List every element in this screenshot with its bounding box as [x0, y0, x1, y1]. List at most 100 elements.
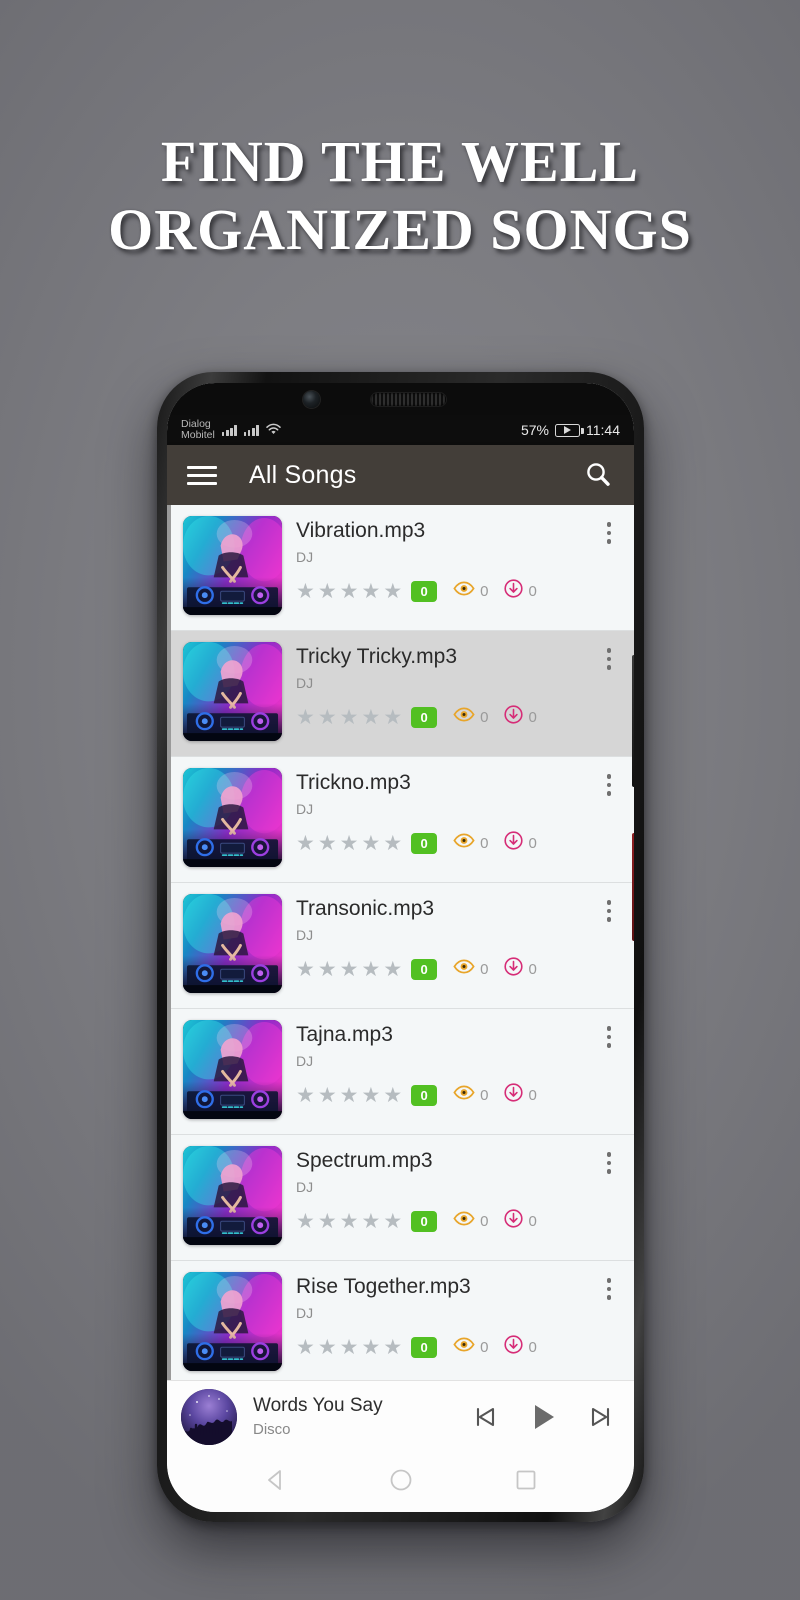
- skip-previous-icon[interactable]: [470, 1402, 500, 1432]
- rating-stars[interactable]: ★ ★ ★ ★ ★: [296, 707, 402, 728]
- rating-star[interactable]: ★: [361, 1085, 380, 1106]
- rating-star[interactable]: ★: [340, 959, 359, 980]
- download-icon[interactable]: [504, 831, 524, 855]
- song-meta: ★ ★ ★ ★ ★ 0 0 0: [296, 579, 597, 603]
- song-row[interactable]: Spectrum.mp3 DJ ★ ★ ★ ★ ★ 0 0 0: [171, 1135, 634, 1261]
- rating-star[interactable]: ★: [296, 959, 315, 980]
- song-meta: ★ ★ ★ ★ ★ 0 0 0: [296, 957, 597, 981]
- song-row[interactable]: Transonic.mp3 DJ ★ ★ ★ ★ ★ 0 0 0: [171, 883, 634, 1009]
- song-row[interactable]: Vibration.mp3 DJ ★ ★ ★ ★ ★ 0 0 0: [171, 505, 634, 631]
- views-count: 0: [480, 1212, 489, 1230]
- rating-star[interactable]: ★: [340, 1085, 359, 1106]
- song-artist: DJ: [296, 801, 314, 818]
- rating-star[interactable]: ★: [296, 1085, 315, 1106]
- home-circle-icon[interactable]: [388, 1467, 414, 1498]
- downloads-stat: 0: [504, 831, 537, 855]
- overflow-menu-icon[interactable]: [597, 642, 621, 670]
- rating-star[interactable]: ★: [361, 833, 380, 854]
- eye-icon: [453, 959, 475, 979]
- rating-star[interactable]: ★: [361, 707, 380, 728]
- hamburger-menu-icon[interactable]: [187, 465, 217, 485]
- rating-star[interactable]: ★: [361, 959, 380, 980]
- rating-stars[interactable]: ★ ★ ★ ★ ★: [296, 833, 402, 854]
- download-icon[interactable]: [504, 1083, 524, 1107]
- rating-star[interactable]: ★: [361, 1211, 380, 1232]
- overflow-menu-icon[interactable]: [597, 768, 621, 796]
- rating-stars[interactable]: ★ ★ ★ ★ ★: [296, 1337, 402, 1358]
- album-art-thumbnail: [183, 1272, 282, 1371]
- rating-stars[interactable]: ★ ★ ★ ★ ★: [296, 1085, 402, 1106]
- rating-star[interactable]: ★: [318, 1211, 337, 1232]
- now-playing-album-art: [181, 1388, 237, 1445]
- rating-star[interactable]: ★: [383, 1085, 402, 1106]
- views-stat: 0: [453, 1085, 488, 1105]
- song-list[interactable]: Vibration.mp3 DJ ★ ★ ★ ★ ★ 0 0 0 Tricky Tricky.mp3…: [167, 505, 634, 1380]
- rating-star[interactable]: ★: [296, 1337, 315, 1358]
- rating-star[interactable]: ★: [318, 1085, 337, 1106]
- recents-square-icon[interactable]: [513, 1467, 539, 1498]
- views-count: 0: [480, 960, 489, 978]
- song-meta: ★ ★ ★ ★ ★ 0 0 0: [296, 1083, 597, 1107]
- rating-star[interactable]: ★: [318, 1337, 337, 1358]
- rating-star[interactable]: ★: [361, 1337, 380, 1358]
- rating-star[interactable]: ★: [296, 1211, 315, 1232]
- battery-percent-label: 57%: [520, 422, 549, 438]
- rating-stars[interactable]: ★ ★ ★ ★ ★: [296, 581, 402, 602]
- downloads-count: 0: [528, 1086, 537, 1104]
- download-icon[interactable]: [504, 1335, 524, 1359]
- download-icon[interactable]: [504, 579, 524, 603]
- rating-star[interactable]: ★: [383, 1211, 402, 1232]
- song-meta: ★ ★ ★ ★ ★ 0 0 0: [296, 1335, 597, 1359]
- rating-star[interactable]: ★: [318, 707, 337, 728]
- rating-stars[interactable]: ★ ★ ★ ★ ★: [296, 959, 402, 980]
- rating-star[interactable]: ★: [340, 1211, 359, 1232]
- download-icon[interactable]: [504, 957, 524, 981]
- rating-stars[interactable]: ★ ★ ★ ★ ★: [296, 1211, 402, 1232]
- back-triangle-icon[interactable]: [263, 1467, 289, 1498]
- download-icon[interactable]: [504, 705, 524, 729]
- overflow-menu-icon[interactable]: [597, 894, 621, 922]
- power-button[interactable]: [632, 833, 634, 941]
- volume-rocker-button[interactable]: [632, 655, 634, 787]
- rating-star[interactable]: ★: [340, 833, 359, 854]
- rating-star[interactable]: ★: [383, 959, 402, 980]
- song-row[interactable]: Trickno.mp3 DJ ★ ★ ★ ★ ★ 0 0 0: [171, 757, 634, 883]
- rating-star[interactable]: ★: [296, 707, 315, 728]
- overflow-menu-icon[interactable]: [597, 1020, 621, 1048]
- song-title: Rise Together.mp3: [296, 1275, 471, 1298]
- signal-bars-icon: [221, 424, 237, 436]
- rating-star[interactable]: ★: [361, 581, 380, 602]
- album-art-thumbnail: [183, 642, 282, 741]
- rating-star[interactable]: ★: [296, 833, 315, 854]
- play-icon[interactable]: [526, 1400, 560, 1434]
- rating-star[interactable]: ★: [383, 581, 402, 602]
- overflow-menu-icon[interactable]: [597, 1146, 621, 1174]
- rating-star[interactable]: ★: [318, 581, 337, 602]
- rating-star[interactable]: ★: [318, 959, 337, 980]
- song-row[interactable]: Tajna.mp3 DJ ★ ★ ★ ★ ★ 0 0 0: [171, 1009, 634, 1135]
- views-count: 0: [480, 1338, 489, 1356]
- download-icon[interactable]: [504, 1209, 524, 1233]
- overflow-menu-icon[interactable]: [597, 1272, 621, 1300]
- rating-count-badge: 0: [411, 1210, 438, 1232]
- mini-player-bar[interactable]: Words You Say Disco: [167, 1380, 634, 1452]
- rating-star[interactable]: ★: [383, 833, 402, 854]
- rating-star[interactable]: ★: [340, 581, 359, 602]
- song-row[interactable]: Tricky Tricky.mp3 DJ ★ ★ ★ ★ ★ 0 0 0: [171, 631, 634, 757]
- song-row[interactable]: Rise Together.mp3 DJ ★ ★ ★ ★ ★ 0 0 0: [171, 1261, 634, 1380]
- song-artist: DJ: [296, 1179, 314, 1196]
- app-bar: All Songs: [167, 445, 634, 505]
- search-icon[interactable]: [582, 459, 614, 491]
- song-artist: DJ: [296, 927, 314, 944]
- downloads-count: 0: [528, 834, 537, 852]
- rating-star[interactable]: ★: [383, 1337, 402, 1358]
- rating-star[interactable]: ★: [296, 581, 315, 602]
- rating-star[interactable]: ★: [340, 1337, 359, 1358]
- rating-star[interactable]: ★: [318, 833, 337, 854]
- downloads-count: 0: [528, 1212, 537, 1230]
- skip-next-icon[interactable]: [586, 1402, 616, 1432]
- rating-star[interactable]: ★: [340, 707, 359, 728]
- rating-star[interactable]: ★: [383, 707, 402, 728]
- eye-icon: [453, 581, 475, 601]
- overflow-menu-icon[interactable]: [597, 516, 621, 544]
